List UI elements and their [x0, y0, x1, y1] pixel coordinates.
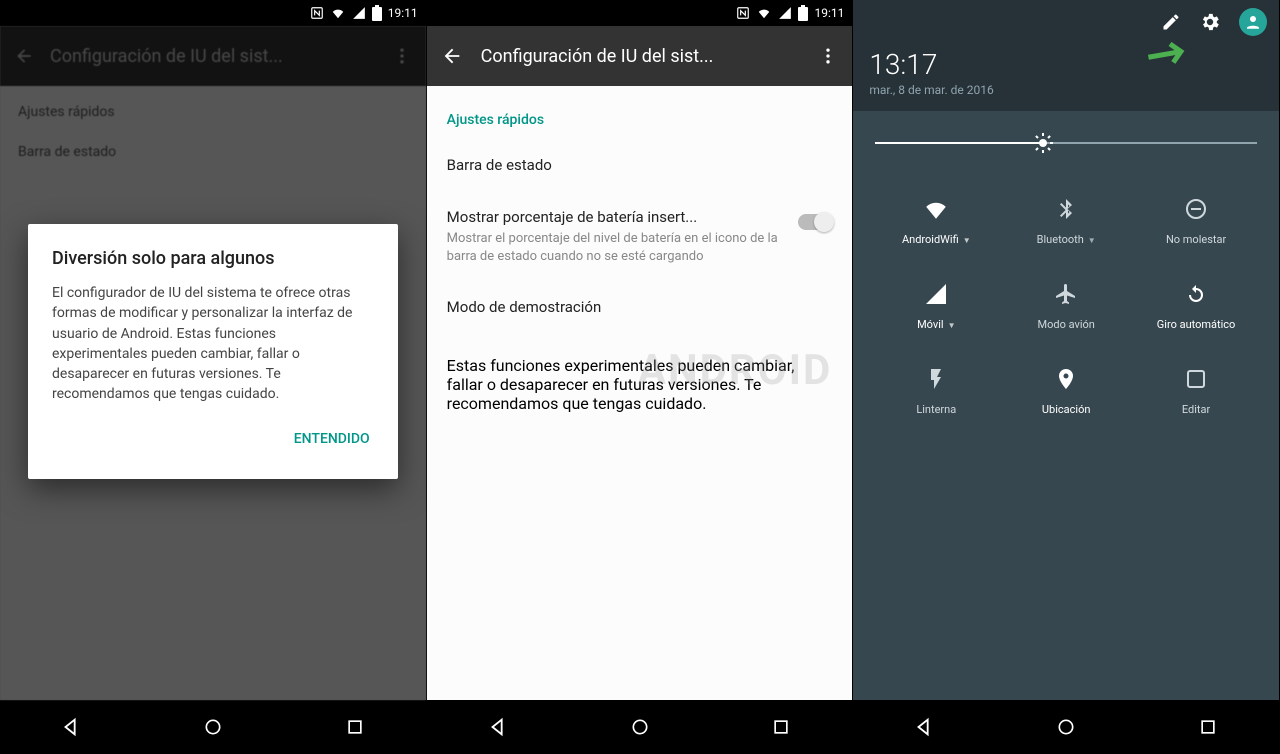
cell-icon — [922, 280, 950, 308]
qs-header-row — [853, 0, 1279, 44]
dialog-body: El configurador de IU del sistema te ofr… — [52, 283, 374, 405]
page-title: Configuración de IU del sist... — [50, 46, 283, 67]
back-icon[interactable] — [441, 45, 463, 67]
tile-label: AndroidWifi▼ — [902, 233, 971, 246]
item-subtitle: Mostrar el porcentaje del nivel de bater… — [447, 230, 833, 266]
screen-body: Configuración de IU del sist... Ajustes … — [0, 26, 426, 700]
phone-2: 19:11 Configuración de IU del sist... Aj… — [427, 0, 854, 754]
nfc-icon — [310, 6, 324, 20]
cell-icon — [352, 6, 366, 20]
tile-label: Editar — [1182, 403, 1210, 416]
tile-label: Giro automático — [1157, 318, 1236, 331]
status-time: 19:11 — [814, 6, 844, 20]
airplane-icon — [1052, 280, 1080, 308]
overflow-icon[interactable] — [818, 46, 838, 66]
qs-tile-flash[interactable]: Linterna — [875, 353, 997, 428]
nav-recent-button[interactable] — [325, 707, 385, 747]
tile-label: Bluetooth▼ — [1037, 233, 1096, 246]
status-time: 19:11 — [388, 6, 418, 20]
toggle-switch[interactable] — [798, 214, 832, 230]
location-icon — [1052, 365, 1080, 393]
nav-bar — [0, 700, 426, 754]
tile-label: Ubicación — [1042, 403, 1091, 416]
item-demo-mode[interactable]: Modo de demostración — [447, 284, 833, 338]
screen-body: Configuración de IU del sist... Ajustes … — [427, 26, 853, 700]
app-bar: Configuración de IU del sist... — [0, 26, 426, 86]
qs-tile-airplane[interactable]: Modo avión — [1005, 268, 1127, 343]
item-title: Modo de demostración — [447, 298, 833, 316]
nav-back-button[interactable] — [894, 707, 954, 747]
qs-tile-dnd[interactable]: No molestar — [1135, 183, 1257, 258]
dnd-icon — [1182, 195, 1210, 223]
nfc-icon — [736, 6, 750, 20]
nav-home-button[interactable] — [1036, 707, 1096, 747]
wifi-icon — [922, 195, 950, 223]
rotate-icon — [1182, 280, 1210, 308]
nav-bar — [853, 700, 1279, 754]
item-title: Mostrar porcentaje de batería insert... — [447, 208, 833, 226]
tile-label: Móvil▼ — [917, 318, 955, 331]
nav-back-button[interactable] — [468, 707, 528, 747]
nav-home-button[interactable] — [183, 707, 243, 747]
status-bar: 19:11 — [0, 0, 426, 26]
user-avatar[interactable] — [1239, 8, 1267, 36]
qs-datetime: 13:17 mar., 8 de mar. de 2016 — [853, 44, 1279, 111]
settings-icon[interactable] — [1199, 11, 1221, 33]
qs-panel: AndroidWifi▼ Bluetooth▼ No molestar Móvil▼ M… — [853, 111, 1279, 700]
qs-tiles-grid: AndroidWifi▼ Bluetooth▼ No molestar Móvil▼ M… — [875, 183, 1257, 429]
bluetooth-icon — [1052, 195, 1080, 223]
dialog-ok-button[interactable]: Entendido — [290, 423, 374, 455]
section-header: Ajustes rápidos — [18, 104, 408, 120]
back-icon[interactable] — [14, 46, 34, 66]
flash-icon — [922, 365, 950, 393]
nav-back-button[interactable] — [41, 707, 101, 747]
footer-text: Estas funciones experimentales pueden ca… — [447, 338, 833, 413]
wifi-icon — [330, 6, 346, 20]
tile-label: No molestar — [1166, 233, 1226, 246]
tile-label: Modo avión — [1038, 318, 1095, 331]
qs-tile-edit-tile[interactable]: Editar — [1135, 353, 1257, 428]
app-bar: Configuración de IU del sist... — [427, 26, 853, 86]
quick-settings-shade: 13:17 mar., 8 de mar. de 2016 AndroidWif… — [853, 0, 1279, 700]
tile-label: Linterna — [916, 403, 956, 416]
section-header: Barra de estado — [18, 144, 408, 160]
qs-tile-location[interactable]: Ubicación — [1005, 353, 1127, 428]
section-status-bar[interactable]: Barra de estado — [447, 136, 833, 194]
battery-icon — [372, 5, 382, 21]
nav-home-button[interactable] — [610, 707, 670, 747]
edit-tile-icon — [1182, 365, 1210, 393]
section-quick-settings[interactable]: Ajustes rápidos — [447, 96, 833, 136]
phone-3: 13:17 mar., 8 de mar. de 2016 AndroidWif… — [853, 0, 1280, 754]
qs-tile-cell[interactable]: Móvil▼ — [875, 268, 997, 343]
page-title: Configuración de IU del sist... — [481, 46, 801, 67]
qs-date: mar., 8 de mar. de 2016 — [869, 83, 1263, 97]
battery-icon — [798, 5, 808, 21]
item-battery-percent[interactable]: Mostrar porcentaje de batería insert... … — [447, 194, 833, 284]
nav-recent-button[interactable] — [751, 707, 811, 747]
qs-time: 13:17 — [869, 48, 1263, 81]
qs-tile-wifi[interactable]: AndroidWifi▼ — [875, 183, 997, 258]
status-bar: 19:11 — [427, 0, 853, 26]
wifi-icon — [756, 6, 772, 20]
cell-icon — [778, 6, 792, 20]
overflow-icon[interactable] — [392, 46, 412, 66]
qs-tile-rotate[interactable]: Giro automático — [1135, 268, 1257, 343]
nav-bar — [427, 700, 853, 754]
dialog-title: Diversión solo para algunos — [52, 248, 374, 269]
brightness-icon — [1031, 131, 1055, 155]
qs-tile-bluetooth[interactable]: Bluetooth▼ — [1005, 183, 1127, 258]
phone-1: 19:11 Configuración de IU del sist... Aj… — [0, 0, 427, 754]
warning-dialog: Diversión solo para algunos El configura… — [28, 224, 398, 479]
nav-recent-button[interactable] — [1178, 707, 1238, 747]
brightness-slider[interactable] — [875, 129, 1257, 157]
